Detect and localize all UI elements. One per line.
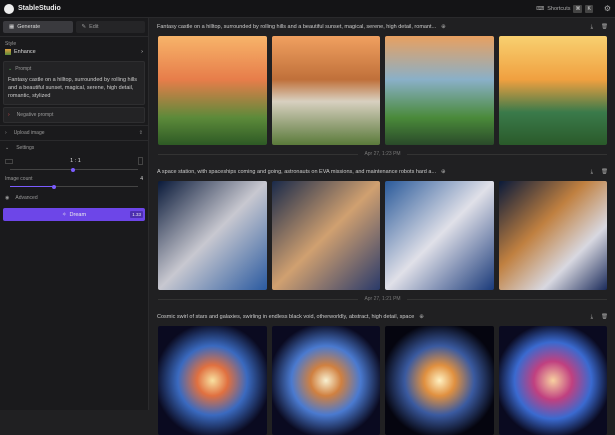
- generated-image[interactable]: [271, 36, 380, 145]
- advanced-label: Advanced: [15, 195, 38, 201]
- timestamp-text: Apr 27, 1:23 PM: [364, 151, 401, 157]
- chevron-down-icon: ⌄: [5, 145, 10, 151]
- generation-header: A space station, with spaceships coming …: [150, 163, 615, 181]
- chevron-right-icon: ›: [5, 130, 7, 136]
- chevron-down-icon[interactable]: ⌄: [8, 66, 12, 72]
- shortcut-key: ⌘: [573, 4, 583, 13]
- image-count-value: 4: [140, 176, 143, 182]
- logo-icon: [4, 3, 14, 14]
- style-value: Enhance: [14, 49, 36, 55]
- prompt-input[interactable]: Fantasy castle on a hilltop, surrounded …: [8, 76, 140, 100]
- trash-icon[interactable]: 🗑: [601, 169, 608, 176]
- image-grid: [150, 36, 615, 145]
- timestamp: Apr 27, 1:21 PM: [150, 290, 615, 308]
- negative-prompt-label: Negative prompt: [16, 112, 54, 118]
- results-feed: Fantasy castle on a hilltop, surrounded …: [150, 18, 615, 435]
- chevron-right-icon: ›: [8, 112, 10, 118]
- generation-header: Cosmic swirl of stars and galaxies, swir…: [150, 308, 615, 326]
- edit-icon: ✎: [81, 24, 87, 30]
- advanced-toggle[interactable]: ◉ Advanced: [5, 195, 143, 201]
- generated-image[interactable]: [271, 181, 380, 290]
- aspect-ratio-slider[interactable]: [10, 167, 138, 172]
- eye-icon: ◉: [5, 195, 10, 201]
- generated-image[interactable]: [158, 326, 267, 435]
- style-thumbnail-icon: [5, 49, 11, 55]
- credit-cost-badge: 1.33: [130, 211, 143, 218]
- generation-prompt: Cosmic swirl of stars and galaxies, swir…: [157, 314, 415, 320]
- add-circle-icon[interactable]: ⊕: [419, 314, 424, 320]
- sidebar: ▦ Generate ✎ Edit Style Enhance › ⌄ Prompt F…: [0, 18, 149, 410]
- prompt-panel: ⌄ Prompt Fantasy castle on a hilltop, sur…: [3, 61, 145, 105]
- generated-image[interactable]: [498, 36, 607, 145]
- shortcuts-button[interactable]: Shortcuts: [547, 6, 570, 12]
- generation-header: Fantasy castle on a hilltop, surrounded …: [150, 18, 615, 36]
- generated-image[interactable]: [385, 181, 494, 290]
- timestamp: Apr 27, 1:23 PM: [150, 145, 615, 163]
- image-count-slider[interactable]: [10, 184, 138, 189]
- download-icon[interactable]: ⤓: [591, 314, 593, 321]
- generate-icon: ▦: [9, 24, 15, 30]
- settings-toggle[interactable]: ⌄ Settings: [5, 145, 143, 151]
- generated-image[interactable]: [158, 181, 267, 290]
- landscape-icon[interactable]: [5, 158, 13, 164]
- sparkle-icon: ✧: [61, 211, 67, 218]
- trash-icon[interactable]: 🗑: [601, 314, 608, 321]
- generated-image[interactable]: [271, 326, 380, 435]
- settings-label: Settings: [16, 145, 35, 151]
- download-icon[interactable]: ⤓: [591, 24, 593, 31]
- style-selector[interactable]: Style Enhance ›: [0, 36, 148, 59]
- style-label: Style: [5, 41, 17, 47]
- settings-gear-icon[interactable]: ⚙: [604, 4, 611, 13]
- upload-image-toggle[interactable]: › Upload image ⇪: [0, 125, 148, 140]
- tab-label: Edit: [89, 24, 99, 30]
- generated-image[interactable]: [385, 36, 494, 145]
- chevron-right-icon: ›: [141, 49, 143, 55]
- timestamp-text: Apr 27, 1:21 PM: [364, 296, 401, 302]
- tab-edit[interactable]: ✎ Edit: [75, 21, 145, 33]
- add-circle-icon[interactable]: ⊕: [441, 24, 446, 30]
- upload-icon[interactable]: ⇪: [139, 130, 143, 136]
- negative-prompt-toggle[interactable]: › Negative prompt: [3, 107, 145, 123]
- shortcut-key: K: [585, 4, 593, 13]
- keyboard-icon: ⌨: [536, 5, 545, 12]
- generated-image[interactable]: [158, 36, 267, 145]
- upload-label: Upload image: [13, 130, 45, 136]
- image-grid: [150, 181, 615, 290]
- portrait-icon[interactable]: [137, 157, 143, 165]
- dream-label: Dream: [69, 211, 87, 218]
- generation-prompt: A space station, with spaceships coming …: [157, 169, 437, 175]
- prompt-label: Prompt: [15, 66, 32, 72]
- app-title: StableStudio: [18, 5, 61, 12]
- dream-button[interactable]: ✧ Dream 1.33: [3, 208, 145, 221]
- trash-icon[interactable]: 🗑: [601, 24, 608, 31]
- image-grid: [150, 326, 615, 435]
- tab-label: Generate: [17, 24, 41, 30]
- add-circle-icon[interactable]: ⊕: [441, 169, 446, 175]
- top-bar: StableStudio ⌨ Shortcuts ⌘ K ⚙: [0, 0, 615, 18]
- tab-generate[interactable]: ▦ Generate: [3, 21, 73, 33]
- generated-image[interactable]: [385, 326, 494, 435]
- generated-image[interactable]: [498, 326, 607, 435]
- settings-section: ⌄ Settings 1 : 1 Image count 4 ◉ Advanced: [0, 140, 148, 205]
- generated-image[interactable]: [498, 181, 607, 290]
- generation-prompt: Fantasy castle on a hilltop, surrounded …: [157, 24, 437, 30]
- image-count-label: Image count: [5, 176, 33, 182]
- aspect-ratio-value: 1 : 1: [70, 158, 81, 164]
- download-icon[interactable]: ⤓: [591, 169, 593, 176]
